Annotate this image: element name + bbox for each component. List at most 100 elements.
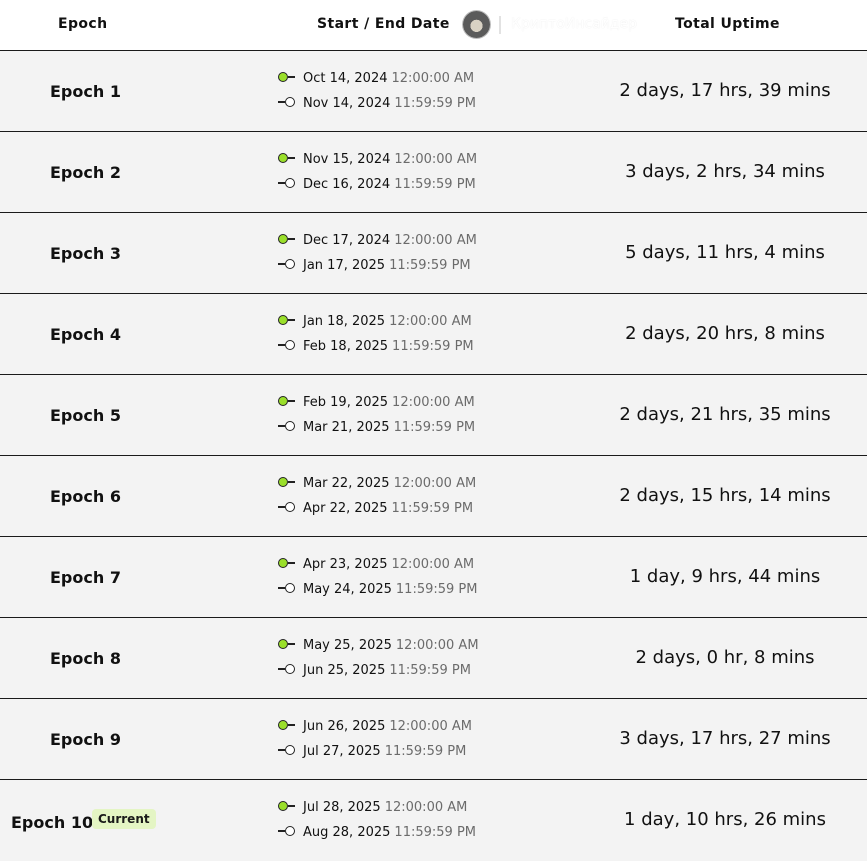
end-date-line: Nov 14, 2024 11:59:59 PM <box>278 96 476 112</box>
end-date-line: May 24, 2025 11:59:59 PM <box>278 582 477 598</box>
end-date: Apr 22, 2025 <box>303 501 388 516</box>
table-row: Epoch 5 Feb 19, 2025 12:00:00 AM Mar 21, … <box>0 375 867 456</box>
date-range: Jun 26, 2025 12:00:00 AM Jul 27, 2025 11:5… <box>278 699 508 780</box>
end-marker-icon <box>278 582 296 594</box>
total-uptime: 3 days, 17 hrs, 27 mins <box>619 728 831 749</box>
epoch-name: Epoch 1 <box>50 82 121 101</box>
date-range: May 25, 2025 12:00:00 AM Jun 25, 2025 11:5… <box>278 618 508 699</box>
epoch-name: Epoch 6 <box>50 487 121 506</box>
end-date-line: Dec 16, 2024 11:59:59 PM <box>278 177 476 193</box>
end-time: 11:59:59 PM <box>394 825 476 840</box>
start-date: Mar 22, 2025 <box>303 476 390 491</box>
table-row: Epoch 1 Oct 14, 2024 12:00:00 AM Nov 14, … <box>0 51 867 132</box>
start-time: 12:00:00 AM <box>394 233 477 248</box>
table-row: Epoch 6 Mar 22, 2025 12:00:00 AM Apr 22, … <box>0 456 867 537</box>
start-date: Feb 19, 2025 <box>303 395 389 410</box>
start-date: Oct 14, 2024 <box>303 71 388 86</box>
column-header-uptime: Total Uptime <box>675 16 780 32</box>
end-time: 11:59:59 PM <box>389 258 471 273</box>
epoch-table-body: Epoch 1 Oct 14, 2024 12:00:00 AM Nov 14, … <box>0 51 867 860</box>
start-date: Apr 23, 2025 <box>303 557 388 572</box>
start-date-line: Apr 23, 2025 12:00:00 AM <box>278 557 474 573</box>
start-marker-icon <box>278 395 296 407</box>
table-row: Epoch 8 May 25, 2025 12:00:00 AM Jun 25, … <box>0 618 867 699</box>
epoch-name: Epoch 4 <box>50 325 121 344</box>
start-date-line: Mar 22, 2025 12:00:00 AM <box>278 476 476 492</box>
start-marker-icon <box>278 233 296 245</box>
total-uptime: 2 days, 20 hrs, 8 mins <box>625 323 825 344</box>
end-date-line: Jan 17, 2025 11:59:59 PM <box>278 258 471 274</box>
start-time: 12:00:00 AM <box>384 800 468 815</box>
start-time: 12:00:00 AM <box>389 314 472 329</box>
end-date: Nov 14, 2024 <box>303 96 391 111</box>
start-date: Jul 28, 2025 <box>303 800 381 815</box>
start-marker-icon <box>278 152 296 164</box>
current-badge: Current <box>92 809 156 829</box>
end-marker-icon <box>278 420 296 432</box>
end-date: Jan 17, 2025 <box>303 258 386 273</box>
total-uptime: 1 day, 10 hrs, 26 mins <box>624 809 826 830</box>
watermark-text: КриптоИнсайдер <box>511 16 637 32</box>
end-marker-icon <box>278 825 296 837</box>
end-marker-icon <box>278 663 296 675</box>
table-row-current: Epoch 10 Current Jul 28, 2025 12:00:00 AM… <box>0 780 867 860</box>
watermark-divider <box>499 16 501 34</box>
start-time: 12:00:00 AM <box>391 557 475 572</box>
start-marker-icon <box>278 314 296 326</box>
end-time: 11:59:59 PM <box>392 339 474 354</box>
epoch-name: Epoch 8 <box>50 649 121 668</box>
end-time: 11:59:59 PM <box>389 663 471 678</box>
total-uptime: 2 days, 0 hr, 8 mins <box>635 647 815 668</box>
end-date: Feb 18, 2025 <box>303 339 389 354</box>
epoch-name: Epoch 2 <box>50 163 121 182</box>
end-time: 11:59:59 PM <box>384 744 467 759</box>
end-date: May 24, 2025 <box>303 582 392 597</box>
epoch-name: Epoch 10 <box>11 813 94 832</box>
end-marker-icon <box>278 339 296 351</box>
start-date: Nov 15, 2024 <box>303 152 391 167</box>
start-marker-icon <box>278 638 296 650</box>
date-range: Nov 15, 2024 12:00:00 AM Dec 16, 2024 11:5… <box>278 132 508 213</box>
start-date-line: Jun 26, 2025 12:00:00 AM <box>278 719 472 735</box>
date-range: Feb 19, 2025 12:00:00 AM Mar 21, 2025 11:5… <box>278 375 508 456</box>
total-uptime: 2 days, 21 hrs, 35 mins <box>619 404 831 425</box>
end-date: Jul 27, 2025 <box>303 744 381 759</box>
epoch-name: Epoch 7 <box>50 568 121 587</box>
end-date-line: Jul 27, 2025 11:59:59 PM <box>278 744 466 760</box>
date-range: Apr 23, 2025 12:00:00 AM May 24, 2025 11:5… <box>278 537 508 618</box>
total-uptime: 2 days, 17 hrs, 39 mins <box>619 80 831 101</box>
table-row: Epoch 2 Nov 15, 2024 12:00:00 AM Dec 16, … <box>0 132 867 213</box>
start-date-line: Feb 19, 2025 12:00:00 AM <box>278 395 475 411</box>
column-header-epoch: Epoch <box>58 16 108 32</box>
table-row: Epoch 4 Jan 18, 2025 12:00:00 AM Feb 18, … <box>0 294 867 375</box>
end-date-line: Jun 25, 2025 11:59:59 PM <box>278 663 471 679</box>
epoch-name: Epoch 9 <box>50 730 121 749</box>
table-row: Epoch 9 Jun 26, 2025 12:00:00 AM Jul 27, … <box>0 699 867 780</box>
end-time: 11:59:59 PM <box>391 501 474 516</box>
total-uptime: 2 days, 15 hrs, 14 mins <box>619 485 831 506</box>
end-date: Aug 28, 2025 <box>303 825 391 840</box>
total-uptime: 3 days, 2 hrs, 34 mins <box>625 161 825 182</box>
column-header-dates: Start / End Date <box>317 16 450 32</box>
total-uptime: 5 days, 11 hrs, 4 mins <box>625 242 825 263</box>
end-time: 11:59:59 PM <box>394 96 476 111</box>
end-time: 11:59:59 PM <box>395 582 478 597</box>
start-date-line: Nov 15, 2024 12:00:00 AM <box>278 152 477 168</box>
start-date: Dec 17, 2024 <box>303 233 391 248</box>
end-date-line: Aug 28, 2025 11:59:59 PM <box>278 825 476 841</box>
end-date-line: Mar 21, 2025 11:59:59 PM <box>278 420 475 436</box>
start-time: 12:00:00 AM <box>393 476 477 491</box>
epoch-name: Epoch 5 <box>50 406 121 425</box>
watermark-avatar-icon <box>463 11 490 38</box>
start-time: 12:00:00 AM <box>389 719 472 734</box>
date-range: Oct 14, 2024 12:00:00 AM Nov 14, 2024 11:5… <box>278 51 508 132</box>
end-time: 11:59:59 PM <box>393 420 476 435</box>
start-marker-icon <box>278 719 296 731</box>
end-marker-icon <box>278 744 296 756</box>
table-row: Epoch 7 Apr 23, 2025 12:00:00 AM May 24, … <box>0 537 867 618</box>
start-marker-icon <box>278 557 296 569</box>
start-date-line: May 25, 2025 12:00:00 AM <box>278 638 479 654</box>
start-date: Jan 18, 2025 <box>303 314 386 329</box>
date-range: Dec 17, 2024 12:00:00 AM Jan 17, 2025 11:5… <box>278 213 508 294</box>
start-date: May 25, 2025 <box>303 638 392 653</box>
